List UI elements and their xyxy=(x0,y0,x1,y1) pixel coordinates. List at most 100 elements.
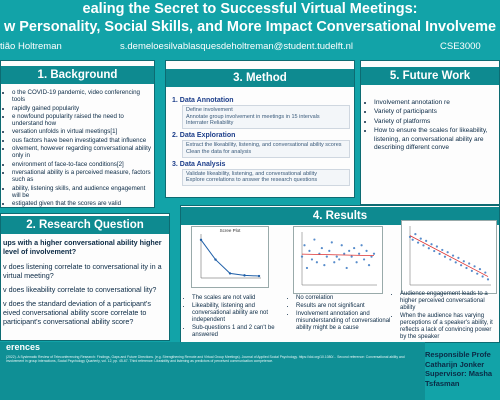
data-point xyxy=(449,258,452,261)
method-step-item: Clean the data for analysis xyxy=(186,148,252,155)
list-item: olvement, however regarding conversation… xyxy=(12,145,153,160)
data-point xyxy=(315,261,318,264)
data-point xyxy=(451,254,455,257)
course-code: CSE3000 xyxy=(440,41,481,52)
data-point xyxy=(323,264,326,267)
data-point xyxy=(427,247,430,250)
data-point xyxy=(443,255,447,258)
scatter-plot-left xyxy=(293,226,383,294)
list-item: The scales are not valid xyxy=(192,295,288,302)
list-item: ous factors have been investigated that … xyxy=(12,137,153,144)
data-point xyxy=(465,266,468,270)
responsible-block: Responsible Profe Catharijn Jonker Super… xyxy=(425,350,492,388)
research-heading: 2. Research Question xyxy=(1,216,169,234)
data-point xyxy=(414,232,417,236)
data-point xyxy=(308,249,311,253)
list-item: Audience engagement leads to a higher pe… xyxy=(400,291,499,312)
method-step-title: 3. Data Analysis xyxy=(172,160,226,168)
list-item: Variety of participants xyxy=(374,108,499,116)
method-panel: 3. Method 1. Data Annotation Define invo… xyxy=(165,60,355,198)
method-step-box: Validate likeability, listening, and con… xyxy=(182,168,350,187)
data-point xyxy=(422,244,425,247)
data-point xyxy=(350,255,353,258)
sub-question: v does likeability correlate to conversa… xyxy=(3,285,157,294)
responsible-line: Tsfasman xyxy=(425,378,460,388)
method-step-item: Extract the likeability, listening, and … xyxy=(186,142,342,149)
data-point xyxy=(303,244,306,247)
data-point xyxy=(228,272,232,275)
data-point xyxy=(435,245,438,248)
list-item: nversational ability is a perceived meas… xyxy=(12,169,153,184)
references-section: erences (2022). A Systematic Review of T… xyxy=(0,342,425,400)
future-list: Involvement annotation re Variety of par… xyxy=(365,99,499,152)
list-item: Variety of platforms xyxy=(374,118,499,126)
list-item: When the audience has varying perception… xyxy=(400,313,499,341)
list-item: Involvement annotation and misunderstand… xyxy=(296,311,392,332)
data-point xyxy=(335,255,338,258)
references-heading: erences xyxy=(6,342,41,352)
method-step-box: Extract the likeability, listening, and … xyxy=(182,140,350,158)
method-step-title: 1. Data Annotation xyxy=(172,97,234,104)
data-point xyxy=(367,264,371,267)
data-point xyxy=(300,255,304,258)
list-item: o the COVID-19 pandemic, video conferenc… xyxy=(12,89,153,104)
list-item: e nowfound popularity raised the need to… xyxy=(12,113,153,128)
results-list-1: The scales are not valid Likeability, li… xyxy=(183,295,288,339)
data-point xyxy=(330,241,333,244)
list-item: environment of face-to-face conditions[2… xyxy=(12,161,153,168)
sub-question: v does listening correlate to conversati… xyxy=(3,262,162,280)
data-point xyxy=(478,268,482,271)
data-point xyxy=(338,258,341,261)
data-point xyxy=(348,249,351,253)
research-panel: 2. Research Question ups with a higher c… xyxy=(0,213,170,341)
data-point xyxy=(365,249,368,253)
method-step-item: Explore correlations to answer the resea… xyxy=(186,177,318,184)
background-list: o the COVID-19 pandemic, video conferenc… xyxy=(3,89,153,207)
data-point xyxy=(313,238,316,241)
list-item: versation unfolds in virtual meetings[1] xyxy=(12,128,153,135)
author-email: s.demeloesilvablasquesdeholtreman@studen… xyxy=(120,41,354,52)
data-point xyxy=(416,241,420,244)
data-point xyxy=(310,258,314,261)
data-point xyxy=(214,258,217,261)
list-item: Results are not significant xyxy=(296,303,392,310)
data-point xyxy=(441,248,444,252)
data-point xyxy=(425,239,428,242)
data-point xyxy=(457,256,460,259)
data-point xyxy=(430,243,433,246)
references-text: (2022). A Systematic Review of Teleconfe… xyxy=(6,355,405,364)
data-point xyxy=(486,278,490,281)
sub-question: v does the standard deviation of a parti… xyxy=(3,299,152,326)
method-step-item: Interrater Reliability xyxy=(186,120,234,127)
data-point xyxy=(353,246,356,250)
data-point xyxy=(333,261,336,264)
data-point xyxy=(345,266,348,270)
results-panel: 4. Results Scree Plot The scales are not… xyxy=(180,205,500,343)
results-list-2: No correlation Results are not significa… xyxy=(287,295,392,332)
list-item: Likeability, listening and conversationa… xyxy=(192,303,288,324)
data-point xyxy=(438,252,441,255)
data-point xyxy=(243,274,246,277)
data-point xyxy=(460,264,463,267)
data-point xyxy=(360,244,363,247)
method-step-item: Annotate group involvement in meetings i… xyxy=(186,113,320,120)
list-item: No correlation xyxy=(296,295,392,302)
poster-title: ealing the Secret to Successful Virtual … xyxy=(0,0,500,38)
trend-line xyxy=(301,253,375,257)
results-list-3: Audience engagement leads to a higher pe… xyxy=(391,291,499,341)
author-name: tião Holtreman xyxy=(0,41,62,52)
method-heading: 3. Method xyxy=(166,69,354,87)
data-point xyxy=(328,249,331,253)
data-point xyxy=(446,251,449,254)
data-point xyxy=(340,244,343,247)
data-point xyxy=(462,260,465,263)
data-point xyxy=(470,269,473,272)
list-item: ability, listening skills, and audience … xyxy=(12,185,153,200)
data-point xyxy=(358,252,361,255)
scatter-plot-right xyxy=(401,220,497,294)
data-point xyxy=(257,274,261,278)
trend-line xyxy=(409,235,489,277)
data-point xyxy=(484,271,487,274)
poster-title-line1: ealing the Secret to Successful Virtual … xyxy=(82,1,418,17)
data-point xyxy=(473,265,476,268)
